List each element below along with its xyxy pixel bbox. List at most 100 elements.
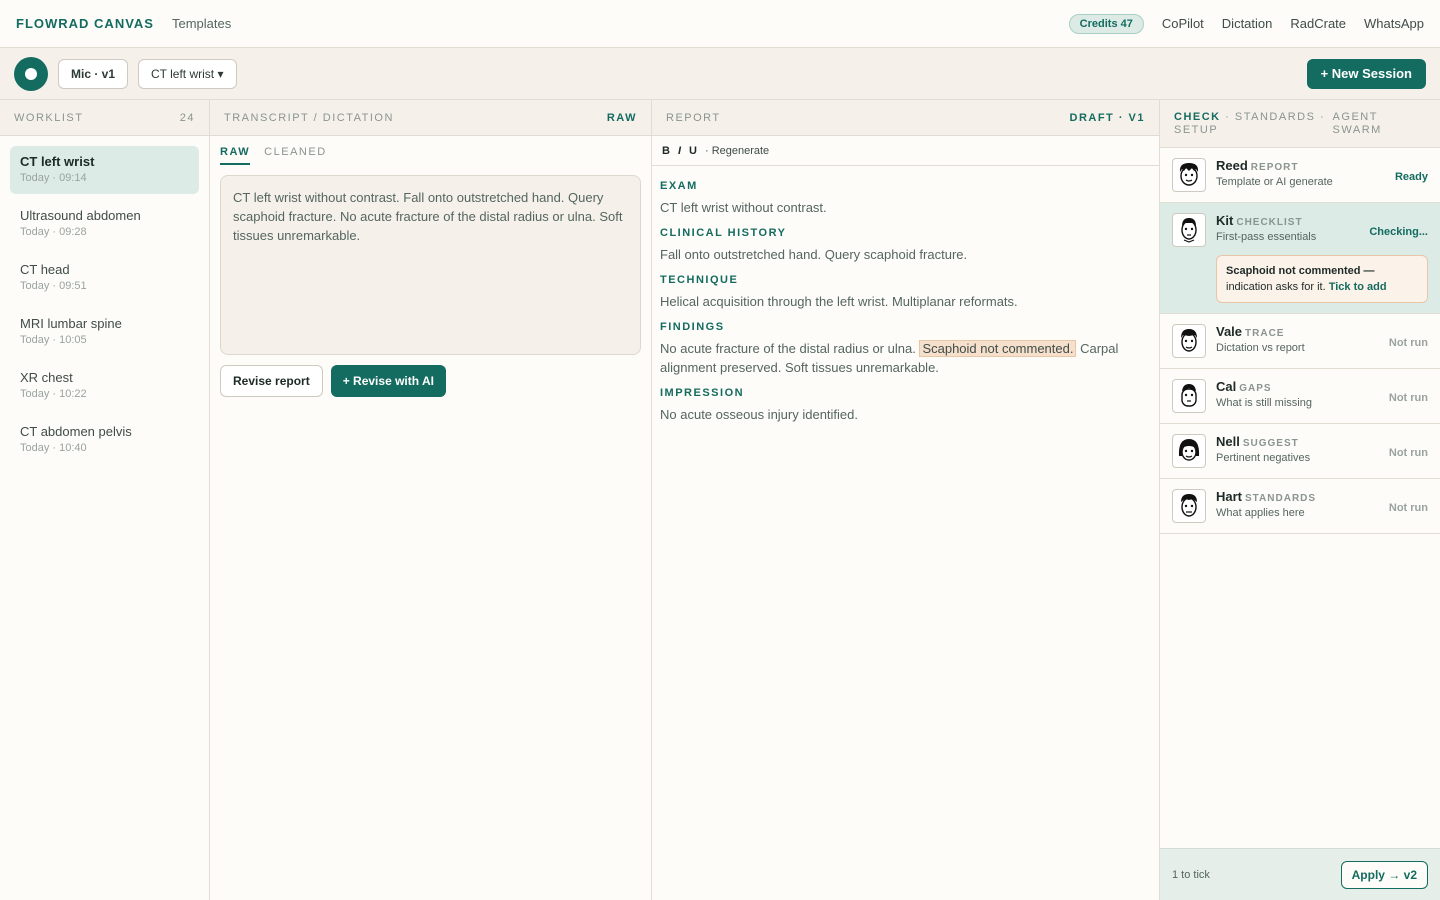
record-button[interactable] xyxy=(14,56,48,91)
section-title-findings: FINDINGS xyxy=(660,321,725,333)
worklist-item[interactable]: Ultrasound abdomen Today · 09:28 xyxy=(10,200,199,248)
worklist-item[interactable]: XR chest Today · 10:22 xyxy=(10,362,199,410)
agent-card-vale[interactable]: Vale TRACE Dictation vs report Not run xyxy=(1160,314,1440,369)
report-editor[interactable]: EXAM CT left wrist without contrast. CLI… xyxy=(652,166,1159,440)
worklist-item[interactable]: MRI lumbar spine Today · 10:05 xyxy=(10,308,199,356)
session-toolbar: Mic · v1 CT left wrist ▾ + New Session xyxy=(0,48,1440,100)
tab-check[interactable]: CHECK · STANDARDS · SETUP xyxy=(1174,111,1333,137)
worklist-list: CT left wrist Today · 09:14 Ultrasound a… xyxy=(0,136,209,480)
agent-status: Not run xyxy=(1388,392,1428,404)
worklist-item-title: CT head xyxy=(20,262,70,277)
worklist-title: WORKLIST xyxy=(14,111,84,124)
format-toolbar: B I U · Regenerate xyxy=(652,136,1159,166)
worklist-item-time: Today · 10:22 xyxy=(20,388,87,400)
section-text-exam[interactable]: CT left wrist without contrast. xyxy=(660,198,1151,217)
agent-role: REPORT xyxy=(1250,162,1299,173)
apply-v2-button[interactable]: Apply → v2 xyxy=(1340,860,1428,889)
transcript-title: TRANSCRIPT / DICTATION xyxy=(224,111,394,124)
agent-card-kit[interactable]: Kit CHECKLIST First-pass essentials Check… xyxy=(1160,203,1440,314)
findings-text: No acute fracture of the distal radius o… xyxy=(660,341,916,356)
report-panel: REPORT DRAFT · V1 B I U · Regenerate EXA… xyxy=(652,100,1160,900)
worklist-item[interactable]: CT head Today · 09:51 xyxy=(10,254,199,302)
revise-with-ai-button[interactable]: + Revise with AI xyxy=(330,365,446,397)
section-text-technique[interactable]: Helical acquisition through the left wri… xyxy=(660,292,1151,311)
worklist-item-time: Today · 10:40 xyxy=(20,442,87,454)
mic-selector[interactable]: Mic · v1 xyxy=(58,58,129,89)
section-text-findings[interactable]: No acute fracture of the distal radius o… xyxy=(660,339,1151,377)
worklist-item-time: Today · 09:28 xyxy=(20,226,87,238)
brand-logo[interactable]: FLOWRAD CANVAS xyxy=(16,16,154,31)
transcript-panel: TRANSCRIPT / DICTATION RAW RAW CLEANED C… xyxy=(210,100,652,900)
agent-status: Not run xyxy=(1388,502,1428,514)
reed-avatar-icon xyxy=(1172,158,1206,192)
worklist-item[interactable]: CT left wrist Today · 09:14 xyxy=(10,146,199,194)
worklist-header: WORKLIST 24 xyxy=(0,100,209,136)
agent-panel: CHECK · STANDARDS · SETUP AGENT SWARM Re… xyxy=(1160,100,1440,900)
worklist-item-title: CT left wrist xyxy=(20,154,95,169)
underline-button[interactable]: U xyxy=(689,145,697,157)
section-text-history[interactable]: Fall onto outstretched hand. Query scaph… xyxy=(660,245,1151,264)
new-session-button[interactable]: + New Session xyxy=(1306,58,1426,89)
report-header: REPORT DRAFT · V1 xyxy=(652,100,1159,136)
section-title-technique: TECHNIQUE xyxy=(660,274,739,286)
kit-avatar-icon xyxy=(1172,213,1206,247)
tab-agent-swarm[interactable]: AGENT SWARM xyxy=(1333,111,1426,137)
top-right-nav: Credits 47 CoPilot Dictation RadCrate Wh… xyxy=(1068,13,1424,34)
report-status: DRAFT · V1 xyxy=(1069,111,1145,124)
alert-title: Scaphoid not commented — xyxy=(1226,265,1375,277)
top-bar: FLOWRAD CANVAS Templates Credits 47 CoPi… xyxy=(0,0,1440,48)
italic-button[interactable]: I xyxy=(678,145,681,157)
credits-badge[interactable]: Credits 47 xyxy=(1068,13,1144,34)
cal-avatar-icon xyxy=(1172,379,1206,413)
worklist-item-title: MRI lumbar spine xyxy=(20,316,122,331)
tick-count: 1 to tick xyxy=(1172,868,1210,881)
section-title-exam: EXAM xyxy=(660,180,698,192)
agent-card-nell[interactable]: Nell SUGGEST Pertinent negatives Not run xyxy=(1160,424,1440,479)
tick-to-add-link[interactable]: Tick to add xyxy=(1329,281,1387,293)
whatsapp-link[interactable]: WhatsApp xyxy=(1364,16,1424,31)
tab-raw[interactable]: RAW xyxy=(220,146,251,165)
worklist-item-title: Ultrasound abdomen xyxy=(20,208,141,223)
agent-role: SUGGEST xyxy=(1242,438,1299,449)
nell-avatar-icon xyxy=(1172,434,1206,468)
agent-name: Nell xyxy=(1216,434,1240,449)
section-text-impression[interactable]: No acute osseous injury identified. xyxy=(660,405,1151,424)
alert-text: indication asks for it. xyxy=(1226,281,1326,293)
copilot-link[interactable]: CoPilot xyxy=(1162,16,1204,31)
transcript-actions: Revise report + Revise with AI xyxy=(220,365,641,397)
transcript-textarea[interactable]: CT left wrist without contrast. Fall ont… xyxy=(220,175,641,355)
regenerate-link[interactable]: · Regenerate xyxy=(705,145,769,157)
agent-card-cal[interactable]: Cal GAPS What is still missing Not run xyxy=(1160,369,1440,424)
worklist-count: 24 xyxy=(179,111,195,124)
worklist-item[interactable]: CT abdomen pelvis Today · 10:40 xyxy=(10,416,199,464)
agent-name: Reed xyxy=(1216,158,1248,173)
record-icon xyxy=(25,67,37,80)
vale-avatar-icon xyxy=(1172,324,1206,358)
templates-link[interactable]: Templates xyxy=(172,16,231,31)
dictation-link[interactable]: Dictation xyxy=(1222,16,1273,31)
worklist-item-title: XR chest xyxy=(20,370,73,385)
tab-check-label: CHECK xyxy=(1174,111,1221,123)
agent-status: Not run xyxy=(1388,447,1428,459)
study-select[interactable]: CT left wrist ▾ xyxy=(138,58,237,89)
section-title-impression: IMPRESSION xyxy=(660,387,745,399)
transcript-mode: RAW xyxy=(606,111,637,124)
agent-role: TRACE xyxy=(1245,328,1285,339)
worklist-panel: WORKLIST 24 CT left wrist Today · 09:14 … xyxy=(0,100,210,900)
worklist-item-time: Today · 09:14 xyxy=(20,172,87,184)
agent-role: CHECKLIST xyxy=(1236,217,1303,228)
tab-cleaned[interactable]: CLEANED xyxy=(264,146,326,165)
radcrate-link[interactable]: RadCrate xyxy=(1290,16,1346,31)
agent-card-hart[interactable]: Hart STANDARDS What applies here Not run xyxy=(1160,479,1440,534)
transcript-header: TRANSCRIPT / DICTATION RAW xyxy=(210,100,651,136)
bold-button[interactable]: B xyxy=(662,145,670,157)
worklist-item-time: Today · 10:05 xyxy=(20,334,87,346)
revise-report-button[interactable]: Revise report xyxy=(220,365,323,397)
agent-role: GAPS xyxy=(1239,383,1272,394)
agent-name: Kit xyxy=(1216,213,1234,228)
checklist-alert: Scaphoid not commented — indication asks… xyxy=(1216,255,1428,303)
agent-card-reed[interactable]: Reed REPORT Template or AI generate Ready xyxy=(1160,148,1440,203)
findings-flag-highlight[interactable]: Scaphoid not commented. xyxy=(919,340,1077,357)
agent-status: Not run xyxy=(1388,337,1428,349)
agent-name: Vale xyxy=(1216,324,1243,339)
